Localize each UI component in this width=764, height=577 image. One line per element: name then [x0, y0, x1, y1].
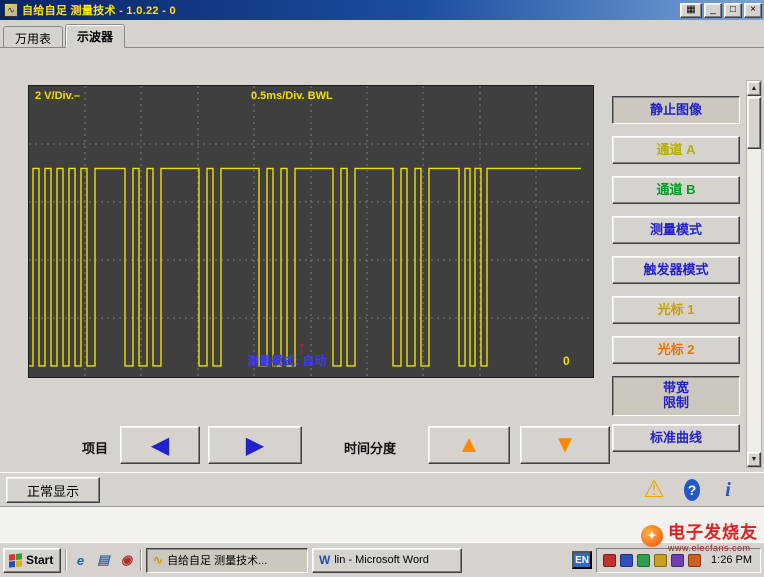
time-div-up-button[interactable]: ▲ [428, 426, 510, 464]
item-prev-button[interactable]: ◀ [120, 426, 200, 464]
tab-strip: 万用表 示波器 [0, 20, 764, 48]
time-division-label: 时间分度 [344, 438, 396, 457]
time-div-down-button[interactable]: ▼ [520, 426, 610, 464]
title-bar: ∿ 自给自足 测量技术 - 1.0.22 - 0 ▦ _ □ × [0, 0, 764, 20]
vertical-scrollbar[interactable]: ▲ ▼ [746, 80, 762, 468]
measure-mode-button[interactable]: 测量模式 [612, 216, 740, 244]
close-button[interactable]: × [744, 3, 762, 18]
taskbar-divider [65, 549, 67, 571]
measure-mode-label: 测量模式: 自动 [247, 352, 326, 369]
tray-icon[interactable] [688, 554, 701, 567]
internet-explorer-icon[interactable]: e [71, 551, 90, 570]
volts-per-div-label: 2 V/Div.– [35, 90, 80, 102]
taskbar-divider [140, 549, 142, 571]
normal-display-button[interactable]: 正常显示 [6, 477, 100, 503]
cursor-2-button[interactable]: 光标 2 [612, 336, 740, 364]
language-indicator[interactable]: EN [572, 551, 592, 569]
tab-multimeter[interactable]: 万用表 [3, 26, 63, 47]
media-player-icon[interactable]: ◉ [117, 551, 136, 570]
system-tray: 1:26 PM [596, 548, 761, 573]
trigger-mode-button[interactable]: 触发器模式 [612, 256, 740, 284]
waveform-plot [29, 86, 593, 377]
app-icon[interactable]: ∿ [4, 3, 18, 17]
warning-icon: ⚠ [643, 478, 665, 502]
bandwidth-limit-button[interactable]: 带宽 限制 [612, 376, 740, 416]
standard-curve-button[interactable]: 标准曲线 [612, 424, 740, 452]
item-next-button[interactable]: ▶ [208, 426, 302, 464]
taskbar: Start e ▤ ◉ ∿ 自给自足 测量技术... W lin - Micro… [0, 542, 764, 577]
start-button[interactable]: Start [3, 548, 61, 573]
word-task-label: lin - Microsoft Word [334, 554, 429, 566]
taskbar-clock[interactable]: 1:26 PM [711, 554, 752, 566]
info-button[interactable]: i [714, 476, 742, 504]
word-task-icon: W [319, 553, 330, 567]
tray-icon[interactable] [671, 554, 684, 567]
task-button-word[interactable]: W lin - Microsoft Word [312, 548, 462, 573]
app-task-label: 自给自足 测量技术... [167, 552, 267, 568]
task-button-app[interactable]: ∿ 自给自足 测量技术... [146, 548, 308, 573]
scroll-down-button[interactable]: ▼ [747, 452, 761, 467]
start-label: Start [26, 553, 53, 567]
show-desktop-icon[interactable]: ▤ [94, 551, 113, 570]
warning-icon-button[interactable]: ⚠ [640, 476, 668, 504]
time-per-div-label: 0.5ms/Div. BWL [251, 90, 333, 102]
channel-a-button[interactable]: 通道 A [612, 136, 740, 164]
help-icon: ? [684, 479, 700, 501]
item-label: 项目 [82, 438, 108, 457]
status-bar: 正常显示 ⚠ ? i [0, 472, 764, 506]
windows-logo-icon [9, 553, 22, 567]
background-strip [0, 506, 764, 542]
application-window: ∿ 自给自足 测量技术 - 1.0.22 - 0 ▦ _ □ × 万用表 示波器… [0, 0, 764, 577]
help-button[interactable]: ? [678, 476, 706, 504]
freeze-image-button[interactable]: 静止图像 [612, 96, 740, 124]
tray-icon[interactable] [620, 554, 633, 567]
window-title: 自给自足 测量技术 - 1.0.22 - 0 [22, 2, 678, 18]
scroll-thumb[interactable] [747, 97, 761, 149]
tray-icon[interactable] [637, 554, 650, 567]
zero-marker: 0 [563, 354, 570, 368]
keyboard-button[interactable]: ▦ [680, 3, 702, 18]
scroll-up-button[interactable]: ▲ [747, 81, 761, 96]
oscilloscope-display: 2 V/Div.– 0.5ms/Div. BWL 测量模式: 自动 ↑ 0 [28, 85, 594, 378]
cursor-1-button[interactable]: 光标 1 [612, 296, 740, 324]
tray-icon[interactable] [654, 554, 667, 567]
info-icon: i [725, 479, 731, 502]
tab-oscilloscope[interactable]: 示波器 [65, 24, 125, 48]
channel-b-button[interactable]: 通道 B [612, 176, 740, 204]
app-task-icon: ∿ [153, 553, 163, 567]
trigger-arrow-icon: ↑ [297, 338, 307, 360]
restore-button[interactable]: □ [724, 3, 742, 18]
tray-icon[interactable] [603, 554, 616, 567]
minimize-button[interactable]: _ [704, 3, 722, 18]
